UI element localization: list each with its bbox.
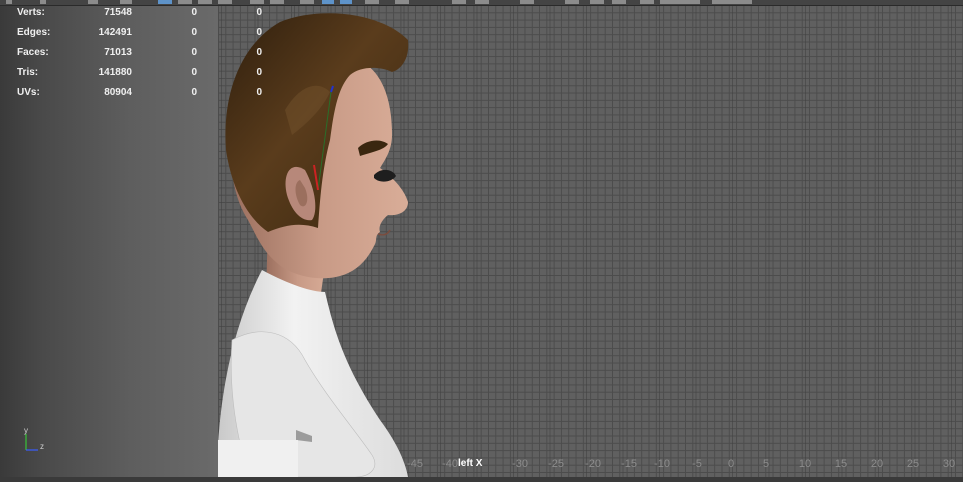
grid-tick-label: 5 bbox=[762, 458, 770, 470]
toolbar-field[interactable] bbox=[88, 0, 98, 4]
toolbar-icon[interactable] bbox=[250, 0, 264, 4]
grid-tick-label: -25 bbox=[548, 458, 564, 470]
hud-value-other: 0 bbox=[256, 87, 262, 98]
hud-value-total: 141880 bbox=[98, 67, 132, 78]
toolbar-field[interactable] bbox=[712, 0, 752, 4]
grid-tick-label: 20 bbox=[870, 458, 884, 470]
hud-value-other: 0 bbox=[256, 67, 262, 78]
hud-value-selected: 0 bbox=[191, 87, 197, 98]
grid-tick-label: 15 bbox=[834, 458, 848, 470]
grid-tick-label: -40 bbox=[442, 458, 458, 470]
grid-tick-label: 25 bbox=[906, 458, 920, 470]
grid-tick-label: -20 bbox=[585, 458, 601, 470]
toolbar-icon[interactable] bbox=[198, 0, 212, 4]
toolbar-icon[interactable] bbox=[452, 0, 466, 4]
toolbar-icon[interactable] bbox=[178, 0, 192, 4]
toolbar-icon-active[interactable] bbox=[158, 0, 172, 4]
toolbar-icon[interactable] bbox=[40, 0, 46, 4]
toolbar-icon[interactable] bbox=[218, 0, 232, 4]
hud-value-selected: 0 bbox=[191, 47, 197, 58]
grid-tick-label: 10 bbox=[798, 458, 812, 470]
grid-tick-label: -10 bbox=[654, 458, 670, 470]
hud-value-total: 71548 bbox=[104, 7, 132, 18]
hud-label: UVs: bbox=[17, 87, 40, 98]
toolbar-icon[interactable] bbox=[640, 0, 654, 4]
hud-value-other: 0 bbox=[256, 27, 262, 38]
hud-value-total: 80904 bbox=[104, 87, 132, 98]
hud-value-selected: 0 bbox=[191, 27, 197, 38]
mouth bbox=[377, 229, 391, 236]
hud-row-uvs: UVs: 80904 0 0 bbox=[0, 87, 270, 101]
toolbar-icon[interactable] bbox=[270, 0, 284, 4]
toolbar-icon[interactable] bbox=[565, 0, 579, 4]
gizmo-z-label: z bbox=[40, 442, 44, 451]
toolbar-icon[interactable] bbox=[6, 0, 12, 4]
hud-label: Tris: bbox=[17, 67, 39, 78]
grid-tick-label: -5 bbox=[692, 458, 702, 470]
hud-value-other: 0 bbox=[256, 47, 262, 58]
hud-value-other: 0 bbox=[256, 7, 262, 18]
toolbar-field[interactable] bbox=[120, 0, 132, 4]
toolbar-icon[interactable] bbox=[300, 0, 314, 4]
maya-viewport-window: Verts: 71548 0 0 Edges: 142491 0 0 Faces… bbox=[0, 0, 963, 482]
toolbar-icon[interactable] bbox=[395, 0, 409, 4]
hud-row-faces: Faces: 71013 0 0 bbox=[0, 47, 270, 61]
hud-row-edges: Edges: 142491 0 0 bbox=[0, 27, 270, 41]
gizmo-y-label: y bbox=[24, 426, 28, 435]
toolbar-icon[interactable] bbox=[612, 0, 626, 4]
toolbar-icon[interactable] bbox=[590, 0, 604, 4]
hud-label: Edges: bbox=[17, 27, 51, 38]
toolbar-field[interactable] bbox=[660, 0, 700, 4]
hud-value-total: 71013 bbox=[104, 47, 132, 58]
hud-row-verts: Verts: 71548 0 0 bbox=[0, 7, 270, 21]
toolbar-icon-active[interactable] bbox=[322, 0, 334, 4]
toolbar-icon[interactable] bbox=[475, 0, 489, 4]
grid-tick-label: -30 bbox=[512, 458, 528, 470]
hud-row-tris: Tris: 141880 0 0 bbox=[0, 67, 270, 81]
hud-label: Faces: bbox=[17, 47, 49, 58]
hud-label: Verts: bbox=[17, 7, 45, 18]
viewport-bottom-border bbox=[0, 477, 963, 482]
hud-value-selected: 0 bbox=[191, 7, 197, 18]
view-axis-gizmo: y z bbox=[24, 426, 44, 451]
toolbar-icon-active[interactable] bbox=[340, 0, 352, 4]
hud-value-total: 142491 bbox=[98, 27, 132, 38]
grid-tick-label: 0 bbox=[727, 458, 735, 470]
camera-view-label: left X bbox=[458, 458, 483, 469]
grid-tick-label: -45 bbox=[407, 458, 423, 470]
toolbar-icon[interactable] bbox=[365, 0, 379, 4]
viewport-toolbar bbox=[0, 0, 963, 6]
hud-value-selected: 0 bbox=[191, 67, 197, 78]
grid-tick-label: -15 bbox=[621, 458, 637, 470]
grid-tick-label: 30 bbox=[942, 458, 956, 470]
toolbar-icon[interactable] bbox=[520, 0, 534, 4]
